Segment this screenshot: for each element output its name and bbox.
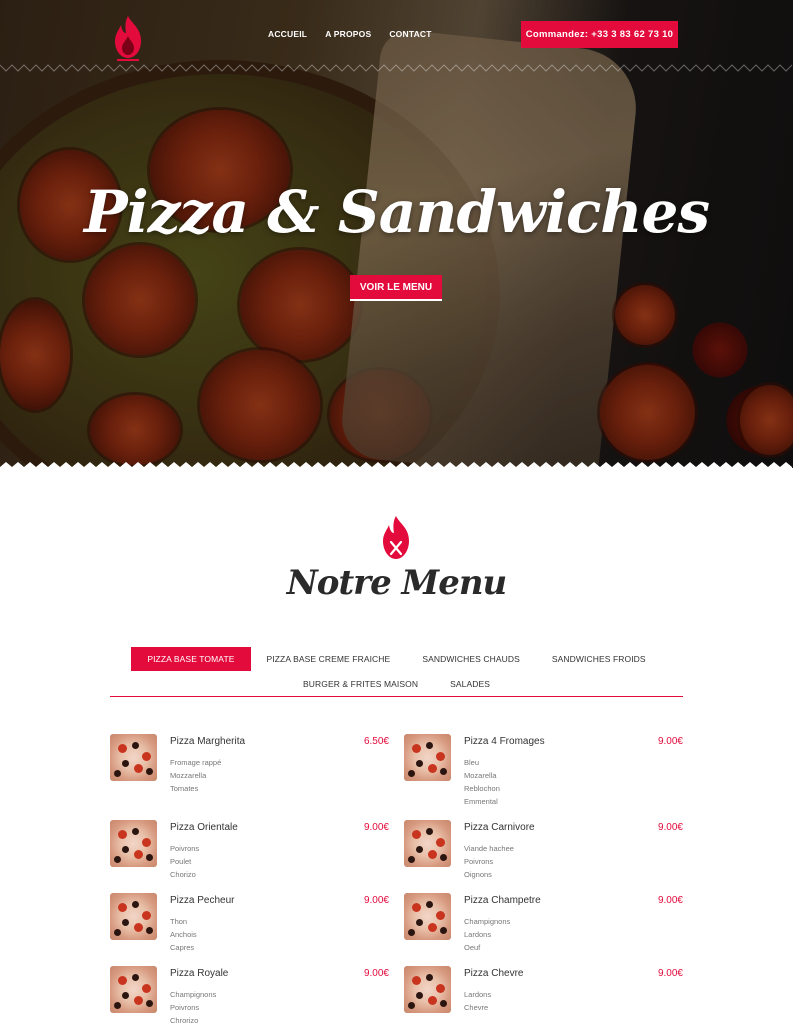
menu-item-name: Pizza Champetre xyxy=(464,895,541,906)
menu-item-ingredients: Lardons Chevre xyxy=(464,988,491,1014)
flame-fork-knife-icon xyxy=(383,516,409,559)
menu-item-price: 9.00€ xyxy=(657,822,683,833)
menu-item-ingredients: Poivrons Poulet Chorizo xyxy=(170,842,199,881)
menu-title: Notre Menu xyxy=(286,563,508,603)
pizza-thumbnail xyxy=(110,734,157,781)
menu-item-ingredient: Poivrons xyxy=(464,857,494,866)
menu-item-ingredient: Viande hachee xyxy=(464,844,514,853)
menu-item-price: 9.00€ xyxy=(657,895,683,906)
flame-icon[interactable] xyxy=(108,14,148,62)
menu-item-ingredient: Mozzarella xyxy=(170,771,207,780)
hero-bottom-zigzag xyxy=(0,462,793,472)
menu-item-price: 9.00€ xyxy=(363,822,389,833)
menu-item-price: 9.00€ xyxy=(657,736,683,747)
menu-item-ingredients: Thon Anchois Capres xyxy=(170,915,197,954)
menu-item-ingredient: Emmental xyxy=(464,797,498,806)
menu-item-name: Pizza Pecheur xyxy=(170,895,235,906)
nav-contact[interactable]: CONTACT xyxy=(389,29,431,39)
pizza-thumbnail xyxy=(110,893,157,940)
tab-pizza-base-tomate[interactable]: PIZZA BASE TOMATE xyxy=(131,647,251,671)
menu-item-name: Pizza Royale xyxy=(170,968,229,979)
pizza-thumbnail xyxy=(110,966,157,1013)
nav-accueil[interactable]: ACCUEIL xyxy=(268,29,307,39)
menu-item-ingredient: Champignons xyxy=(464,917,511,926)
tabs-divider xyxy=(110,696,683,697)
menu-item-name: Pizza Chevre xyxy=(464,968,524,979)
menu-item-ingredients: Champignons Poivrons Chrorizo xyxy=(170,988,216,1024)
pizza-thumbnail xyxy=(404,734,451,781)
menu-item-ingredient: Chrorizo xyxy=(170,1016,199,1024)
menu-item-ingredient: Lardons xyxy=(464,990,492,999)
menu-item-price: 9.00€ xyxy=(657,968,683,979)
tab-sandwiches-froids[interactable]: SANDWICHES FROIDS xyxy=(536,647,662,671)
hero-title: Pizza & Sandwiches xyxy=(83,178,710,246)
menu-item-ingredient: Lardons xyxy=(464,930,492,939)
tab-salades[interactable]: SALADES xyxy=(434,672,506,696)
menu-item-ingredients: Bleu Mozarella Reblochon Emmental xyxy=(464,756,500,808)
tab-burger-frites[interactable]: BURGER & FRITES MAISON xyxy=(287,672,434,696)
menu-item-ingredient: Oignons xyxy=(464,870,492,879)
menu-item-ingredient: Reblochon xyxy=(464,784,500,793)
menu-item-ingredient: Champignons xyxy=(170,990,217,999)
menu-item-price: 9.00€ xyxy=(363,968,389,979)
menu-item-ingredient: Chorizo xyxy=(170,870,196,879)
menu-item-ingredient: Oeuf xyxy=(464,943,481,952)
menu-item-name: Pizza Margherita xyxy=(170,736,246,747)
menu-item-ingredients: Viande hachee Poivrons Oignons xyxy=(464,842,514,881)
menu-item-ingredients: Champignons Lardons Oeuf xyxy=(464,915,510,954)
view-menu-button[interactable]: VOIR LE MENU xyxy=(350,275,442,301)
menu-item-ingredient: Capres xyxy=(170,943,195,952)
pizza-thumbnail xyxy=(404,820,451,867)
nav-a-propos[interactable]: A PROPOS xyxy=(325,29,371,39)
menu-item-name: Pizza Orientale xyxy=(170,822,238,833)
menu-item-ingredient: Poivrons xyxy=(170,1003,200,1012)
menu-item-ingredient: Poivrons xyxy=(170,844,200,853)
menu-item-ingredient: Chevre xyxy=(464,1003,489,1012)
menu-item-ingredients: Fromage rappé Mozzarella Tomates xyxy=(170,756,221,795)
pizza-thumbnail xyxy=(110,820,157,867)
menu-tabs-row-2: BURGER & FRITES MAISON SALADES xyxy=(110,672,683,696)
menu-item-ingredient: Tomates xyxy=(170,784,199,793)
menu-item-ingredient: Fromage rappé xyxy=(170,758,222,767)
menu-item-ingredient: Thon xyxy=(170,917,188,926)
pizza-thumbnail xyxy=(404,893,451,940)
menu-item-ingredient: Mozarella xyxy=(464,771,497,780)
menu-item-price: 6.50€ xyxy=(363,736,389,747)
menu-tabs-row-1: PIZZA BASE TOMATE PIZZA BASE CREME FRAIC… xyxy=(110,647,683,671)
menu-item-name: Pizza 4 Fromages xyxy=(464,736,545,747)
menu-item-name: Pizza Carnivore xyxy=(464,822,535,833)
menu-item-price: 9.00€ xyxy=(363,895,389,906)
menu-item-ingredient: Poulet xyxy=(170,857,192,866)
order-phone-button[interactable]: Commandez: +33 3 83 62 73 10 xyxy=(521,21,678,48)
tab-pizza-base-creme-fraiche[interactable]: PIZZA BASE CREME FRAICHE xyxy=(251,647,407,671)
menu-item-ingredient: Bleu xyxy=(464,758,480,767)
pizza-thumbnail xyxy=(404,966,451,1013)
menu-item-ingredient: Anchois xyxy=(170,930,197,939)
main-nav: ACCUEIL A PROPOS CONTACT xyxy=(268,29,450,39)
hero-top-edge xyxy=(0,64,793,72)
tab-sandwiches-chauds[interactable]: SANDWICHES CHAUDS xyxy=(406,647,536,671)
